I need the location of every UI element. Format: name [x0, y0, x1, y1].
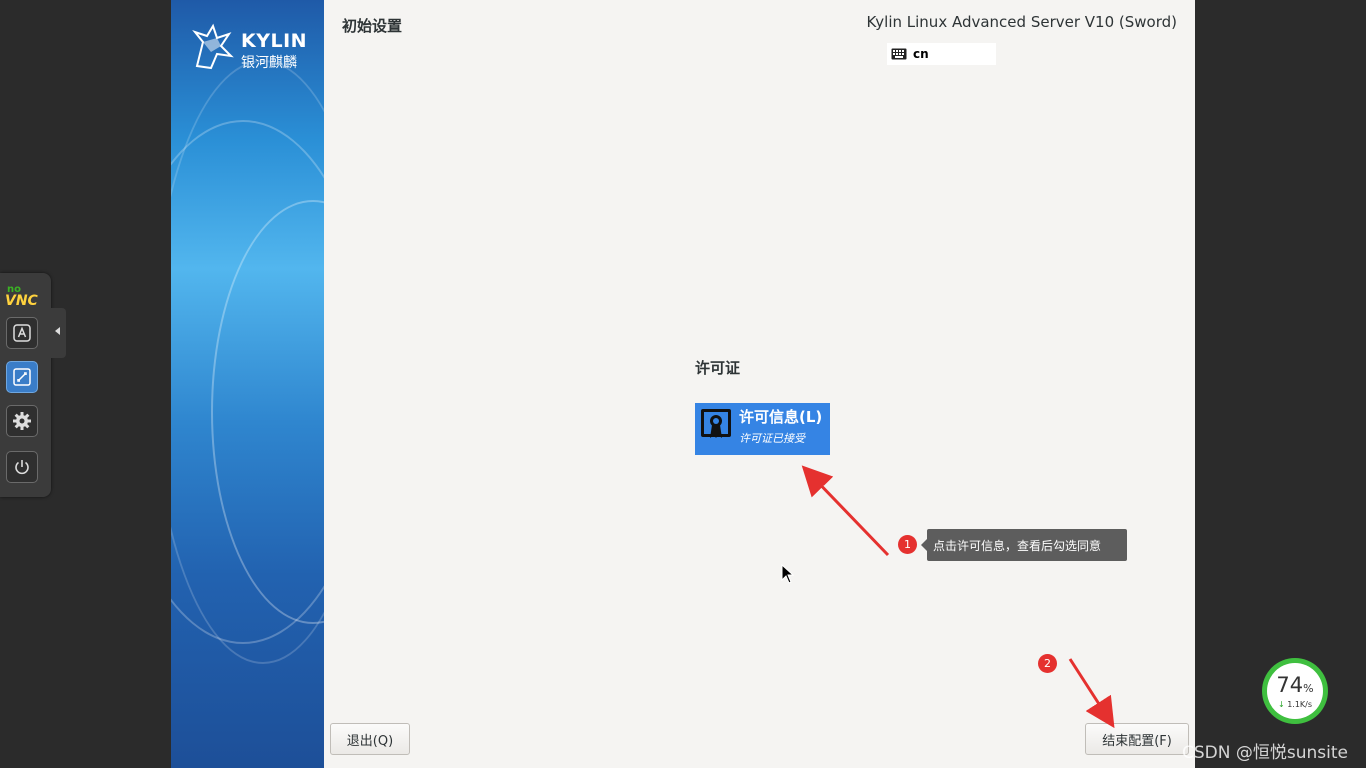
product-name: Kylin Linux Advanced Server V10 (Sword) [866, 13, 1177, 31]
novnc-logo-vnc: VNC [5, 293, 38, 309]
novnc-control-bar: no VNC [0, 273, 51, 497]
annotation-tooltip: 点击许可信息，查看后勾选同意 [921, 529, 1127, 561]
keyboard-icon [891, 48, 907, 60]
novnc-collapse-handle[interactable] [51, 308, 66, 358]
logo-brand-cn: 银河麒麟 [241, 55, 297, 71]
finish-configuration-button[interactable]: 结束配置(F) [1085, 723, 1189, 755]
net-percent-value: 74 [1276, 673, 1304, 697]
quit-button[interactable]: 退出(Q) [330, 723, 410, 755]
installer-window: KYLIN 银河麒麟 初始设置 Kylin Linux Advanced Ser… [171, 0, 1195, 768]
novnc-fullscreen-button[interactable] [6, 361, 38, 393]
annotation-marker-1: 1 [898, 535, 917, 554]
net-percent-symbol: % [1303, 682, 1314, 695]
novnc-keyboard-button[interactable] [6, 317, 38, 349]
fullscreen-icon [13, 368, 31, 386]
novnc-settings-button[interactable] [6, 405, 38, 437]
network-speed-widget: 74% ↓ 1.1K/s [1262, 658, 1328, 724]
license-info-spoke[interactable]: 许可信息(L) 许可证已接受 [695, 403, 830, 455]
keyboard-icon [13, 324, 31, 342]
download-arrow-icon: ↓ [1277, 700, 1285, 709]
kylin-logo: KYLIN 银河麒麟 [189, 22, 311, 74]
license-spoke-status: 许可证已接受 [739, 432, 805, 445]
gear-icon [13, 412, 31, 430]
kylin-emblem-icon [192, 23, 234, 70]
main-content: 初始设置 Kylin Linux Advanced Server V10 (Sw… [324, 0, 1195, 768]
net-speed-value: 1.1K/s [1287, 700, 1313, 709]
license-section-title: 许可证 [695, 359, 741, 377]
chevron-left-icon [55, 327, 60, 335]
logo-brand-en: KYLIN [241, 30, 308, 52]
license-spoke-title: 许可信息(L) [739, 408, 823, 426]
power-icon [15, 460, 29, 475]
page-title: 初始设置 [342, 17, 403, 35]
novnc-power-button[interactable] [6, 451, 38, 483]
novnc-logo: no VNC [5, 285, 45, 309]
certificate-icon [701, 409, 731, 438]
branding-sidebar: KYLIN 银河麒麟 [171, 0, 324, 768]
keyboard-layout-indicator[interactable]: cn [887, 43, 996, 65]
keyboard-layout-label: cn [913, 47, 929, 61]
csdn-watermark: CSDN @恒悦sunsite [1182, 743, 1348, 763]
annotation-marker-2: 2 [1038, 654, 1057, 673]
